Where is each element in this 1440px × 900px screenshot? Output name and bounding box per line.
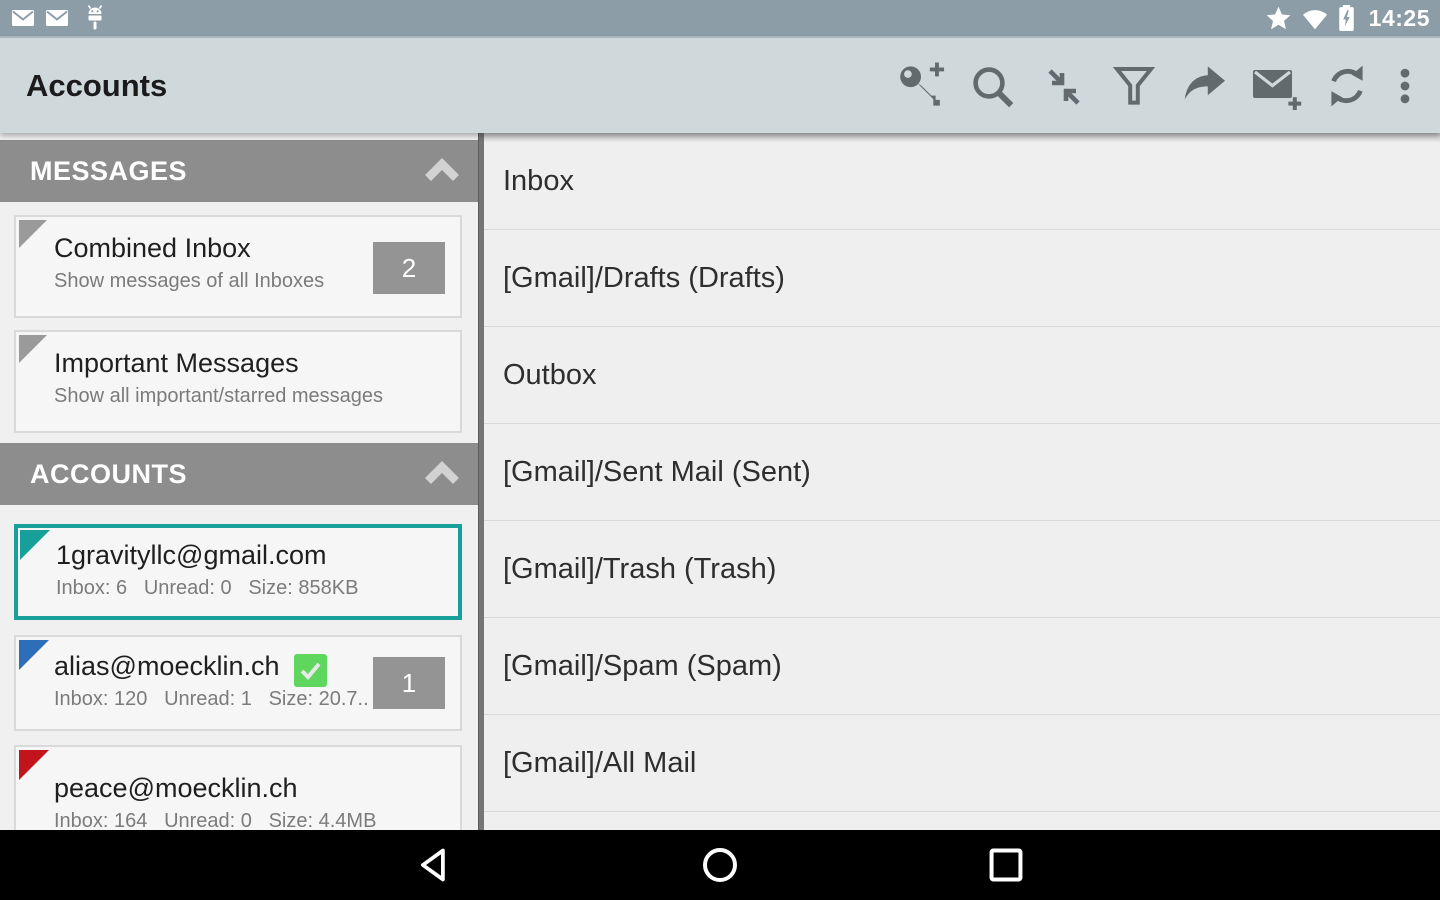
item-subtitle: Show messages of all Inboxes [54, 270, 325, 292]
back-button[interactable] [391, 830, 477, 900]
item-title: Combined Inbox [54, 233, 251, 263]
recents-icon [989, 848, 1023, 882]
folder-row-outbox[interactable]: Outbox [484, 327, 1440, 424]
home-icon [703, 848, 737, 882]
collapse-icon [1047, 68, 1080, 105]
forward-button[interactable] [1169, 50, 1240, 122]
account-checked-icon[interactable] [294, 654, 327, 687]
folder-row-sent[interactable]: [Gmail]/Sent Mail (Sent) [484, 424, 1440, 521]
account-stats: Inbox: 120 Unread: 1 Size: 20.7.. [54, 688, 369, 710]
android-icon [87, 5, 103, 30]
folder-row-drafts[interactable]: [Gmail]/Drafts (Drafts) [484, 230, 1440, 327]
card-text: Combined Inbox Show messages of all Inbo… [54, 230, 370, 296]
item-title: Important Messages [54, 348, 299, 378]
account-item-1gravityllc[interactable]: 1gravityllc@gmail.com Inbox: 6 Unread: 0… [14, 524, 462, 620]
status-notification-icons [10, 3, 106, 33]
search-icon [972, 66, 1013, 107]
sync-icon [1330, 65, 1363, 106]
wifi-icon [1302, 10, 1327, 30]
card-text: 1gravityllc@gmail.com Inbox: 6 Unread: 0… [56, 537, 368, 603]
forward-icon [1184, 65, 1225, 100]
card-text: peace@moecklin.ch Inbox: 164 Unread: 0 S… [54, 770, 377, 830]
folder-label: [Gmail]/Drafts (Drafts) [503, 261, 785, 294]
battery-charging-icon [1338, 5, 1354, 31]
folder-label: [Gmail]/Sent Mail (Sent) [503, 455, 811, 488]
status-system-icons: 14:25 [1265, 4, 1430, 32]
page-title: Accounts [26, 67, 168, 103]
card-text: Important Messages Show all important/st… [54, 345, 384, 411]
overflow-icon [1400, 68, 1410, 103]
folder-row-trash[interactable]: [Gmail]/Trash (Trash) [484, 521, 1440, 618]
folder-label: Inbox [503, 164, 574, 197]
folder-row-partial[interactable] [484, 812, 1440, 830]
account-item-alias[interactable]: alias@moecklin.ch Inbox: 120 Unread: 1 S… [14, 635, 462, 731]
overflow-menu-button[interactable] [1382, 50, 1428, 122]
search-button[interactable] [956, 50, 1027, 122]
corner-flag-icon [19, 640, 49, 670]
folder-row-all-mail[interactable]: [Gmail]/All Mail [484, 715, 1440, 812]
navigation-bar [0, 830, 1440, 900]
sync-button[interactable] [1311, 50, 1382, 122]
mail-icon [12, 10, 34, 26]
collapse-all-button[interactable] [1027, 50, 1098, 122]
account-email: peace@moecklin.ch [54, 773, 298, 803]
section-header-accounts[interactable]: ACCOUNTS [0, 443, 478, 505]
chevron-up-icon [425, 461, 459, 484]
check-icon [300, 662, 321, 680]
action-bar: Accounts [0, 36, 1440, 133]
corner-flag-icon [19, 335, 47, 363]
corner-flag-icon [19, 750, 49, 780]
unread-count-badge: 2 [373, 242, 445, 294]
messages-item-important[interactable]: Important Messages Show all important/st… [14, 330, 462, 433]
account-item-peace[interactable]: peace@moecklin.ch Inbox: 164 Unread: 0 S… [14, 745, 462, 830]
section-title: MESSAGES [30, 155, 188, 186]
messages-item-combined-inbox[interactable]: Combined Inbox Show messages of all Inbo… [14, 215, 462, 318]
account-stats: Inbox: 6 Unread: 0 Size: 858KB [56, 577, 359, 599]
folder-list: Inbox [Gmail]/Drafts (Drafts) Outbox [Gm… [484, 133, 1440, 830]
folder-row-inbox[interactable]: Inbox [484, 133, 1440, 230]
compose-mail-button[interactable] [1240, 50, 1311, 122]
back-icon [421, 848, 445, 882]
unread-count-badge: 1 [373, 657, 445, 709]
folder-label: [Gmail]/Spam (Spam) [503, 649, 782, 682]
corner-flag-icon [19, 220, 47, 248]
key-add-icon [899, 62, 944, 106]
section-title: ACCOUNTS [30, 458, 187, 489]
home-button[interactable] [677, 830, 763, 900]
corner-flag-icon [20, 530, 50, 560]
folder-label: [Gmail]/Trash (Trash) [503, 552, 777, 585]
add-account-button[interactable] [885, 50, 956, 122]
chevron-up-icon [425, 158, 459, 181]
star-icon [1266, 6, 1290, 29]
recents-button[interactable] [963, 830, 1049, 900]
account-stats: Inbox: 164 Unread: 0 Size: 4.4MB [54, 810, 377, 830]
status-bar: 14:25 [0, 0, 1440, 36]
folder-row-spam[interactable]: [Gmail]/Spam (Spam) [484, 618, 1440, 715]
mail-icon [46, 10, 68, 26]
folder-label: Outbox [503, 358, 597, 391]
sidebar: MESSAGES Combined Inbox Show messages of… [0, 133, 478, 830]
filter-icon [1112, 66, 1155, 105]
section-header-messages[interactable]: MESSAGES [0, 140, 478, 202]
action-bar-buttons [885, 38, 1428, 133]
item-subtitle: Show all important/starred messages [54, 385, 384, 407]
folder-label: [Gmail]/All Mail [503, 746, 697, 779]
screen: 14:25 Accounts MESSAGES Combined Inbox S… [0, 0, 1440, 900]
status-time: 14:25 [1368, 4, 1430, 31]
filter-button[interactable] [1098, 50, 1169, 122]
mail-add-icon [1252, 69, 1301, 110]
account-email: 1gravityllc@gmail.com [56, 540, 327, 570]
